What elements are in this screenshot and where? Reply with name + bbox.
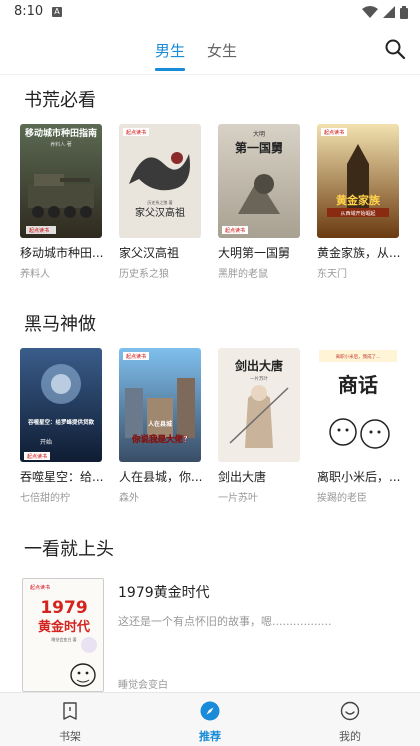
book-title: 人在县城，你... [119, 470, 203, 484]
tab-female[interactable]: 女生 [207, 40, 237, 61]
svg-text:起点读书: 起点读书 [324, 129, 344, 136]
book-card[interactable]: 吞噬星空：给罗峰提供贷款 开始 起点读书 吞噬星空：给... 七倍甜的柠 [20, 348, 104, 504]
book-row-must-read: 移动城市种田指南 养料人·著 起点读书 移动城市种田... 养料人 家父汉高祖 … [20, 124, 402, 280]
nav-label: 推荐 [199, 730, 221, 743]
svg-text:一片苏叶: 一片苏叶 [250, 375, 268, 382]
book-title: 大明第一国舅 [218, 246, 291, 260]
book-row-dark-horse: 吞噬星空：给罗峰提供贷款 开始 起点读书 吞噬星空：给... 七倍甜的柠 人在县… [20, 348, 402, 504]
book-author: 养料人 [20, 269, 50, 280]
book-cover: 黄金家族 从西域开始崛起 起点读书 [317, 124, 399, 238]
book-card[interactable]: 人在县城 你说我是大佬? 起点读书 人在县城，你... 森外 [119, 348, 203, 504]
book-cover: 吞噬星空：给罗峰提供贷款 开始 起点读书 [20, 348, 102, 462]
nav-me[interactable]: 我的 [320, 701, 380, 744]
featured-book-author: 睡觉会变白 [118, 680, 168, 691]
search-icon [385, 39, 406, 60]
book-title: 移动城市种田... [20, 246, 104, 260]
book-title: 家父汉高祖 [119, 246, 180, 260]
status-icons [362, 5, 408, 19]
section-title-addictive: 一看就上头 [24, 539, 114, 560]
svg-text:睡觉会变白 著: 睡觉会变白 著 [51, 636, 76, 642]
book-card[interactable]: 移动城市种田指南 养料人·著 起点读书 移动城市种田... 养料人 [20, 124, 104, 280]
status-bar: 8:10 A [0, 0, 420, 26]
svg-text:历史系之狼 著: 历史系之狼 著 [147, 199, 172, 205]
book-author: 历史系之狼 [119, 269, 169, 280]
wifi-icon [362, 6, 378, 18]
svg-text:大明: 大明 [253, 130, 265, 138]
signal-icon [383, 6, 395, 18]
book-cover: 家父汉高祖 历史系之狼 著 起点读书 [119, 124, 201, 238]
bottom-nav: 书架 推荐 我的 [0, 692, 420, 746]
svg-text:起点读书: 起点读书 [126, 129, 146, 136]
cover-title: 你说我是大佬? [131, 434, 188, 445]
cover-title: 移动城市种田指南 [25, 127, 97, 139]
featured-book-title: 1979黄金时代 [118, 585, 210, 601]
book-author: 东天门 [317, 269, 347, 280]
notification-icon: A [52, 7, 62, 17]
svg-text:离职小米后，我成了...: 离职小米后，我成了... [336, 353, 381, 360]
book-card[interactable]: 剑出大唐 一片苏叶 剑出大唐 一片苏叶 [218, 348, 302, 504]
featured-book[interactable]: 起点读书 1979 黄金时代 睡觉会变白 著 1979黄金时代 这还是一个有点怀… [22, 578, 402, 692]
book-card[interactable]: 黄金家族 从西域开始崛起 起点读书 黄金家族，从... 东天门 [317, 124, 401, 280]
featured-book-description: 这还是一个有点怀旧的故事，嗯................. [118, 615, 332, 628]
tab-indicator [155, 68, 185, 71]
featured-book-cover: 起点读书 1979 黄金时代 睡觉会变白 著 [22, 578, 104, 692]
svg-text:起点读书: 起点读书 [27, 453, 47, 460]
svg-text:起点读书: 起点读书 [30, 584, 50, 591]
book-title: 吞噬星空：给... [20, 470, 104, 484]
book-card[interactable]: 离职小米后，我成了... 商话 离职小米后，... 挨踢的老臣 [317, 348, 401, 504]
svg-text:人在县城: 人在县城 [148, 420, 172, 428]
book-cover: 离职小米后，我成了... 商话 [317, 348, 399, 462]
book-card[interactable]: 大明 第一国舅 起点读书 大明第一国舅 黑胖的老鼠 [218, 124, 302, 280]
top-divider [0, 74, 420, 75]
book-title: 离职小米后，... [317, 470, 401, 484]
cover-title: 剑出大唐 [234, 358, 283, 373]
nav-label: 书架 [59, 730, 81, 743]
book-title: 黄金家族，从... [317, 246, 401, 260]
section-title-must-read: 书荒必看 [24, 90, 96, 111]
svg-text:养料人·著: 养料人·著 [50, 141, 72, 148]
svg-text:黄金时代: 黄金时代 [38, 619, 90, 635]
book-author: 挨踢的老臣 [317, 493, 367, 504]
svg-text:从西域开始崛起: 从西域开始崛起 [340, 210, 375, 217]
section-title-dark-horse: 黑马神做 [24, 314, 96, 335]
search-button[interactable] [384, 38, 408, 62]
smiley-icon [340, 701, 360, 721]
top-bar: 男生 女生 [0, 26, 420, 74]
book-cover: 剑出大唐 一片苏叶 [218, 348, 300, 462]
book-author: 一片苏叶 [218, 493, 258, 504]
compass-icon [200, 701, 220, 721]
nav-bookshelf[interactable]: 书架 [40, 701, 100, 744]
svg-text:起点读书: 起点读书 [126, 353, 146, 360]
book-cover: 移动城市种田指南 养料人·著 起点读书 [20, 124, 102, 238]
book-author: 森外 [119, 493, 139, 504]
bookshelf-icon [63, 702, 77, 720]
cover-title: 黄金家族 [336, 193, 381, 207]
book-title: 剑出大唐 [218, 470, 267, 484]
nav-recommend[interactable]: 推荐 [180, 701, 240, 744]
book-cover: 大明 第一国舅 起点读书 [218, 124, 300, 238]
cover-title: 1979 [40, 598, 87, 618]
nav-label: 我的 [339, 730, 361, 743]
book-card[interactable]: 家父汉高祖 历史系之狼 著 起点读书 家父汉高祖 历史系之狼 [119, 124, 203, 280]
book-author: 黑胖的老鼠 [218, 269, 268, 280]
tab-male[interactable]: 男生 [155, 40, 185, 61]
svg-text:起点读书: 起点读书 [225, 227, 245, 234]
book-cover: 人在县城 你说我是大佬? 起点读书 [119, 348, 201, 462]
cover-title: 吞噬星空：给罗峰提供贷款 [28, 418, 95, 426]
svg-text:起点读书: 起点读书 [29, 227, 49, 234]
cover-title: 第一国舅 [235, 140, 283, 155]
book-author: 七倍甜的柠 [20, 493, 70, 504]
status-time: 8:10 [14, 4, 44, 19]
battery-icon [400, 5, 408, 19]
cover-title: 家父汉高祖 [135, 206, 185, 219]
svg-text:开始: 开始 [40, 438, 52, 446]
cover-title: 商话 [338, 373, 378, 397]
